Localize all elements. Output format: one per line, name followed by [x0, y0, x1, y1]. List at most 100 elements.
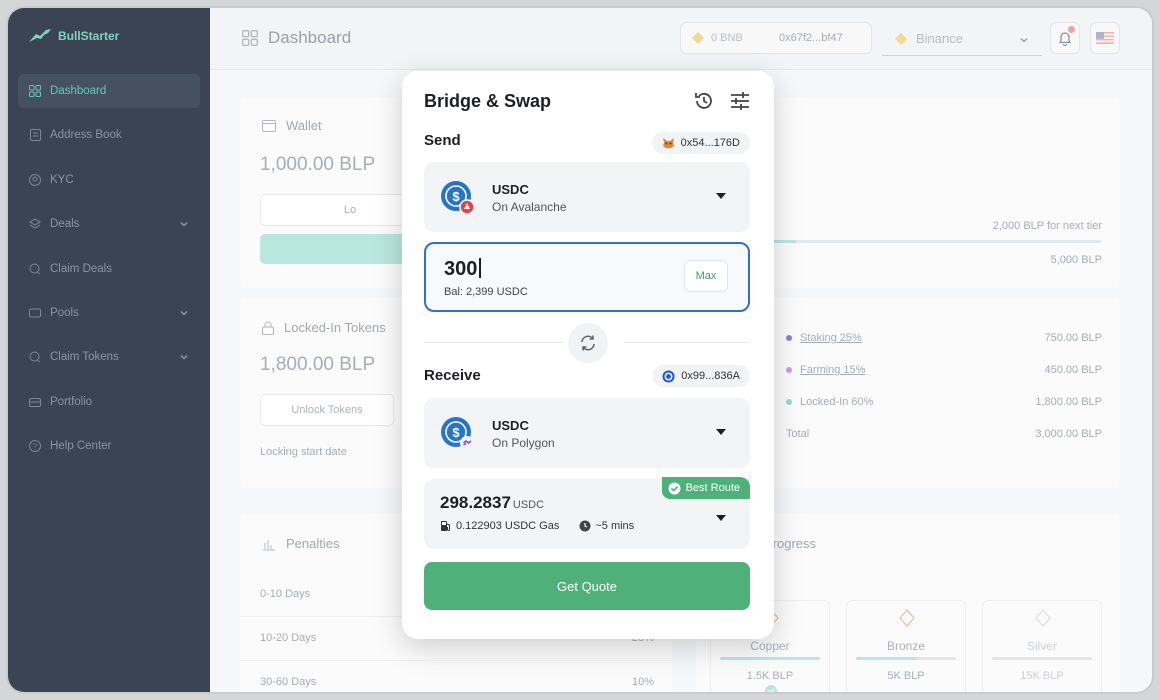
bnb-balance: 0 BNB: [711, 32, 743, 44]
text-cursor: [479, 258, 481, 278]
farming-bullet: [786, 367, 792, 374]
distribution-row: Farming 15% 450.00 BLP: [768, 364, 1120, 384]
receive-token-select[interactable]: $ USDC On Polygon: [424, 398, 750, 468]
staking-bullet: [786, 335, 792, 342]
receive-label: Receive: [424, 367, 481, 384]
usdc-polygon-icon: $: [441, 417, 474, 450]
wallet-icon: [262, 119, 276, 132]
pool-icon: [28, 306, 42, 320]
distribution-label[interactable]: Staking 25%: [800, 332, 862, 344]
notification-dot: [1068, 26, 1075, 33]
sidebar-item-claim-deals[interactable]: Claim Deals: [18, 252, 200, 286]
receive-token-chain: On Polygon: [492, 436, 555, 450]
caret-down-icon: [716, 193, 726, 199]
sidebar-item-label: Deals: [50, 218, 80, 231]
sidebar-item-label: Claim Deals: [50, 262, 112, 275]
swap-direction-button[interactable]: [568, 323, 608, 363]
wallet-balance-pill[interactable]: 0 BNB 0x67f2...bf47: [680, 22, 872, 54]
sidebar-item-claim-tokens[interactable]: Claim Tokens: [18, 340, 200, 374]
send-address-chip[interactable]: 0x54...176D: [651, 132, 750, 154]
sidebar-item-label: Portfolio: [50, 395, 93, 408]
tier-name: Copper: [750, 639, 790, 653]
coinbase-icon: [662, 370, 675, 382]
send-label: Send: [424, 132, 461, 149]
locked-in-bullet: [786, 399, 792, 406]
penalties-title-text: Penalties: [286, 536, 340, 551]
distribution-label: Locked-In 60%: [800, 396, 874, 408]
sidebar-item-label: KYC: [50, 173, 74, 186]
notifications-button[interactable]: [1050, 22, 1080, 54]
network-select[interactable]: Binance: [882, 22, 1042, 56]
locked-title: Locked-In Tokens: [262, 320, 386, 335]
send-amount-input[interactable]: 300 Bal: 2,399 USDC Max: [424, 242, 750, 312]
brand-logo[interactable]: BullStarter: [28, 28, 119, 44]
tier-bar: [856, 657, 956, 660]
layers-icon: [28, 217, 42, 231]
settings-sliders-icon[interactable]: [728, 89, 752, 113]
sidebar-item-kyc[interactable]: KYC: [18, 163, 200, 197]
tier-amount: 5K BLP: [887, 670, 925, 682]
send-amount-value: 300: [444, 258, 478, 280]
sidebar-item-portfolio[interactable]: Portfolio: [18, 385, 200, 419]
sidebar-item-help-center[interactable]: ? Help Center: [18, 429, 200, 463]
max-button[interactable]: Max: [684, 260, 728, 292]
tier-bar: [992, 657, 1092, 660]
bnb-icon: [692, 32, 704, 44]
silver-tier-icon: [1035, 609, 1051, 627]
top-header: Dashboard 0 BNB 0x67f2...bf47 Binance: [210, 8, 1152, 70]
receive-token-name: USDC: [492, 418, 529, 433]
send-address: 0x54...176D: [680, 137, 740, 149]
chevron-down-icon: [1020, 37, 1028, 43]
check-circle-icon: [668, 482, 681, 494]
tier-amount: 15K BLP: [1020, 670, 1064, 682]
wallet-title: Wallet: [262, 118, 322, 133]
receive-address-chip[interactable]: 0x99...836A: [652, 365, 750, 387]
locked-title-text: Locked-In Tokens: [284, 320, 386, 335]
penalties-title: Penalties: [262, 536, 339, 551]
sidebar-item-label: Claim Tokens: [50, 351, 119, 364]
caret-down-icon: [716, 515, 726, 521]
lock-button-label: Lo: [343, 204, 357, 216]
bronze-tier-icon: [899, 609, 915, 627]
unlock-tokens-button[interactable]: Unlock Tokens: [260, 394, 394, 426]
tier-name: Bronze: [886, 639, 926, 653]
send-balance: Bal: 2,399 USDC: [444, 286, 528, 298]
route-time: ~5 mins: [595, 520, 635, 532]
chevron-down-icon[interactable]: [178, 307, 190, 319]
distribution-row: Locked-In 60% 1,800.00 BLP: [768, 396, 1120, 416]
tier-target: 5,000 BLP: [1050, 254, 1102, 266]
language-button[interactable]: [1090, 22, 1120, 54]
page-title-text: Dashboard: [268, 28, 352, 47]
penalty-value: 10%: [631, 676, 654, 688]
sidebar-item-dashboard[interactable]: Dashboard: [18, 74, 200, 108]
metamask-fox-icon: [662, 138, 674, 148]
distribution-label[interactable]: Farming 15%: [800, 364, 865, 376]
svg-text:$: $: [452, 189, 460, 204]
send-token-select[interactable]: $ USDC On Avalanche: [424, 162, 750, 232]
clock-icon: [579, 520, 591, 532]
sidebar-item-address-book[interactable]: Address Book: [18, 118, 200, 152]
route-option[interactable]: Best Route 298.2837 USDC 0.122903 USDC Ga…: [424, 477, 750, 549]
wallet-amount: 1,000.00 BLP: [260, 154, 376, 175]
tier-name: Silver: [1026, 639, 1057, 653]
app-window: BullStarter Dashboard Address Book KYC D…: [6, 6, 1154, 694]
chevron-down-icon[interactable]: [178, 351, 190, 363]
gas-pump-icon: [441, 521, 450, 531]
distribution-value: 450.00 BLP: [1044, 364, 1103, 376]
get-quote-button[interactable]: Get Quote: [424, 562, 750, 610]
chevron-down-icon[interactable]: [178, 218, 190, 230]
tier-bar: [720, 657, 820, 660]
sidebar-item-label: Help Center: [50, 440, 112, 453]
history-icon[interactable]: [692, 89, 716, 113]
penalty-range: 10-20 Days: [260, 632, 317, 644]
receive-address: 0x99...836A: [681, 370, 740, 382]
sidebar-item-deals[interactable]: Deals: [18, 207, 200, 241]
sidebar-item-label: Dashboard: [50, 85, 107, 97]
divider-left: [424, 342, 564, 343]
max-button-label: Max: [695, 270, 717, 282]
route-amount: 298.2837: [440, 493, 511, 512]
wallet-address: 0x67f2...bf47: [779, 32, 843, 44]
total-value: 3,000.00 BLP: [1035, 428, 1102, 440]
bar-chart-icon: [263, 539, 275, 550]
sidebar-item-pools[interactable]: Pools: [18, 296, 200, 330]
